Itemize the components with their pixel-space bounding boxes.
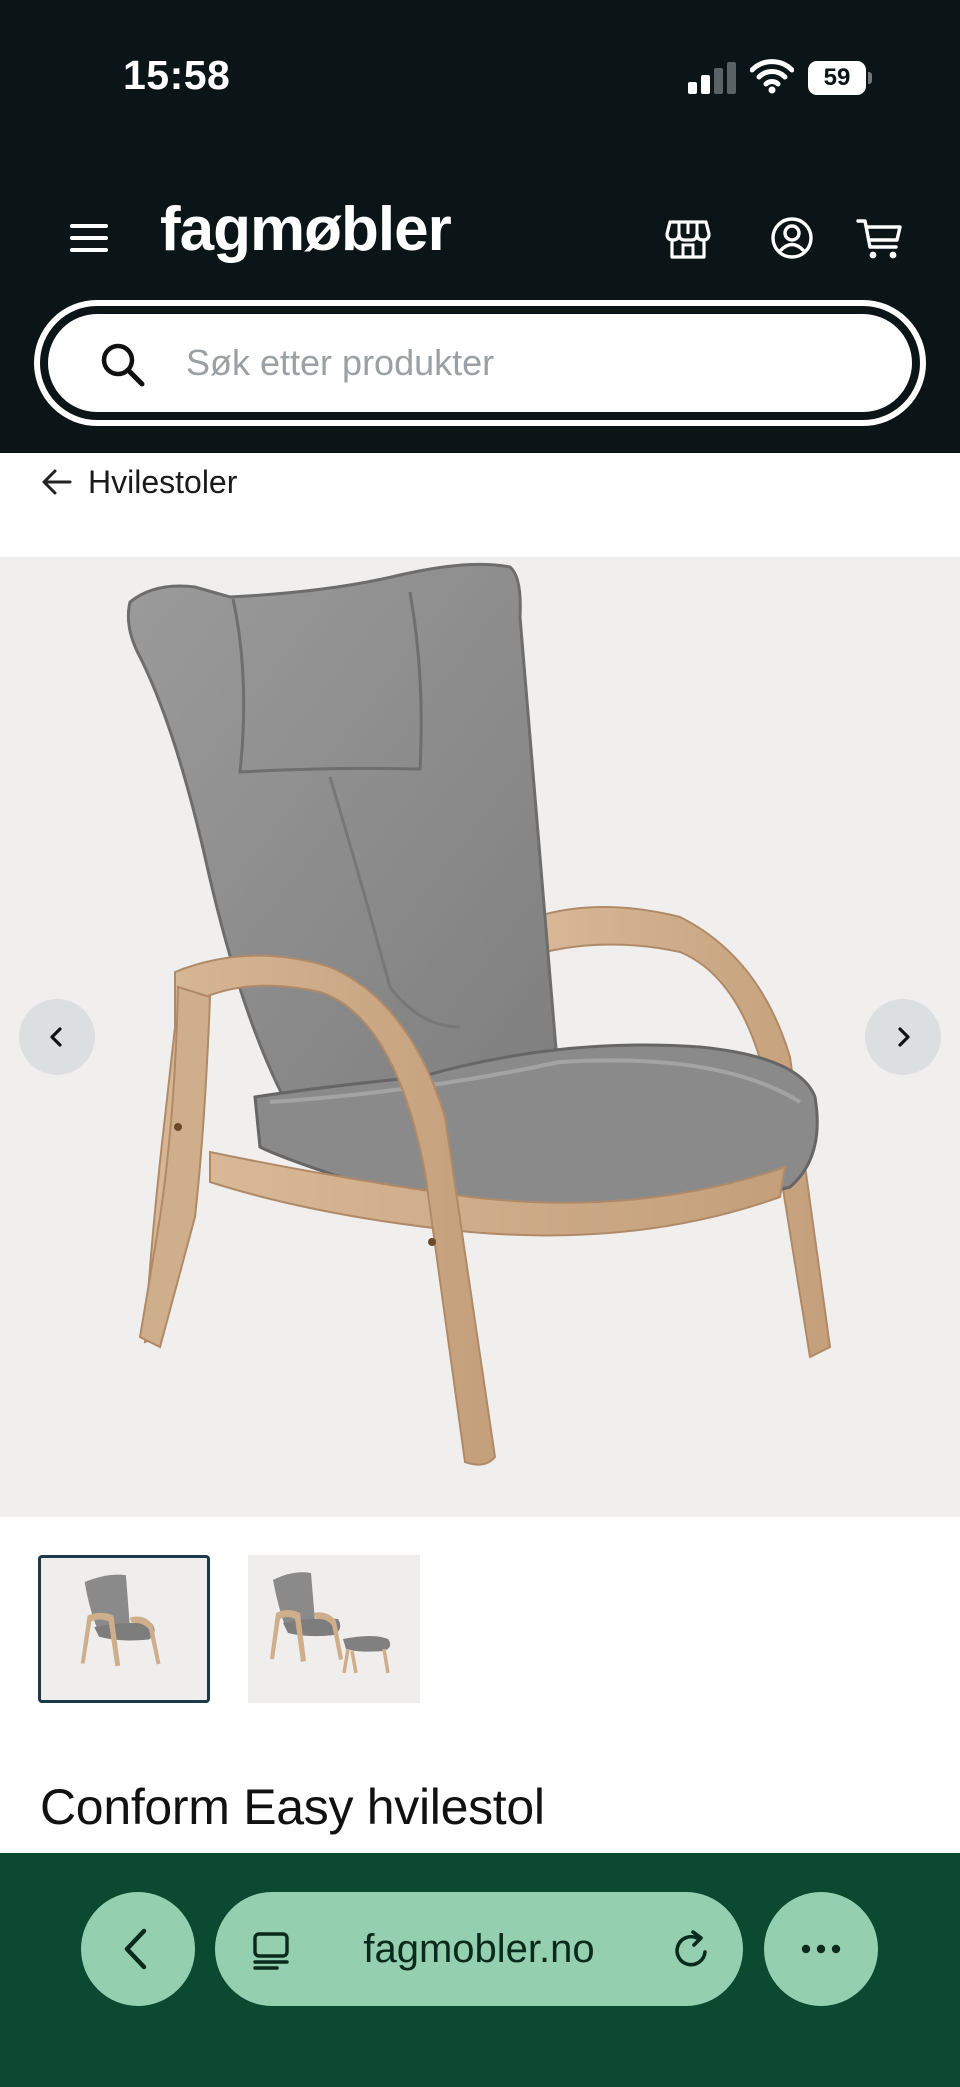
more-icon <box>801 1944 841 1954</box>
arrow-left-icon <box>42 469 72 495</box>
product-image[interactable] <box>0 557 960 1517</box>
browser-more-button[interactable] <box>764 1892 878 2006</box>
account-icon[interactable] <box>768 214 816 262</box>
hamburger-menu-icon[interactable] <box>70 224 110 254</box>
chair-illustration <box>126 562 832 1466</box>
site-logo[interactable]: fagmøbler <box>160 194 452 265</box>
cart-icon[interactable] <box>856 214 904 262</box>
reload-icon[interactable] <box>669 1928 713 1972</box>
site-header: 15:58 59 fagmøbler Søk etter produkter <box>0 0 960 453</box>
breadcrumb-label: Hvilestoler <box>88 463 238 500</box>
chevron-right-icon <box>898 1027 910 1047</box>
gallery-prev-button[interactable] <box>19 999 95 1075</box>
browser-back-button[interactable] <box>81 1892 195 2006</box>
chair-footstool-thumbnail-image <box>270 1572 391 1674</box>
chair-thumbnail-image <box>80 1574 161 1667</box>
chevron-left-icon <box>50 1027 62 1047</box>
battery-level: 59 <box>823 64 851 91</box>
wifi-icon <box>750 59 794 94</box>
search-placeholder: Søk etter produkter <box>186 342 495 383</box>
url-text: fagmobler.no <box>363 1927 595 1971</box>
thumbnail-chair-with-footstool[interactable] <box>248 1555 420 1703</box>
breadcrumb-back-link[interactable]: Hvilestoler <box>40 456 237 508</box>
search-bar[interactable]: Søk etter produkter <box>34 300 926 426</box>
cellular-signal-icon <box>688 62 738 94</box>
battery-icon: 59 <box>808 61 872 95</box>
search-icon <box>101 343 145 387</box>
search-input[interactable]: Søk etter produkter <box>48 314 912 412</box>
store-icon[interactable] <box>664 214 712 262</box>
back-icon <box>124 1928 147 1970</box>
product-title: Conform Easy hvilestol <box>40 1779 545 1835</box>
address-bar[interactable]: fagmobler.no <box>215 1892 743 2006</box>
status-time: 15:58 <box>123 52 231 98</box>
thumbnail-chair[interactable] <box>38 1555 210 1703</box>
gallery-next-button[interactable] <box>865 999 941 1075</box>
